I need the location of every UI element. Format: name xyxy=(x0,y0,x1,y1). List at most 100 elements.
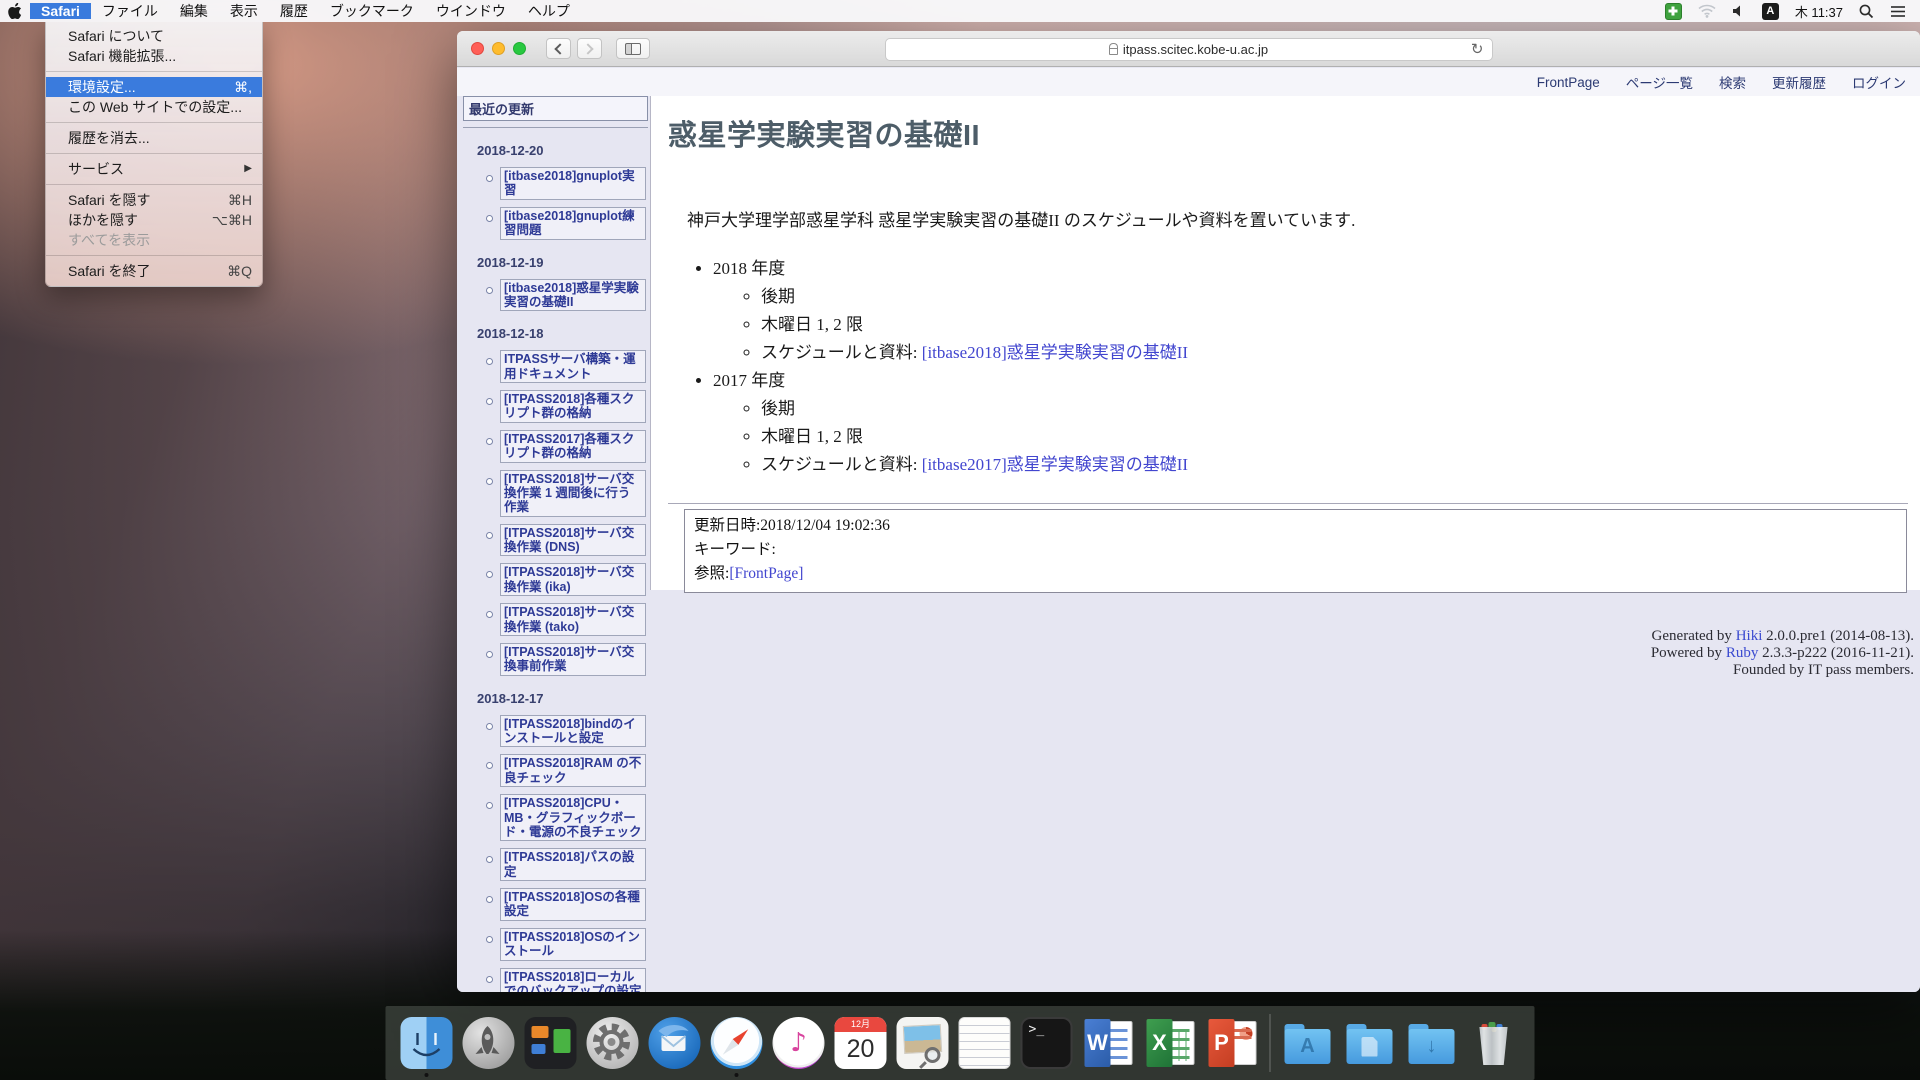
menu-item-環境設定...[interactable]: 環境設定...⌘, xyxy=(46,77,262,97)
menu-item-shortcut: ⌥⌘H xyxy=(212,210,252,230)
menu-item-Safari について[interactable]: Safari について xyxy=(46,26,262,46)
sidebar-item-list: [itbase2018]gnuplot実習 [itbase2018]gnuplot… xyxy=(463,167,648,240)
terminal-dock-icon[interactable]: >_ xyxy=(1016,1008,1078,1078)
notification-center-icon[interactable] xyxy=(1890,5,1906,18)
thunderbird-dock-icon[interactable] xyxy=(644,1008,706,1078)
microsoft-word-dock-icon[interactable]: W xyxy=(1078,1008,1140,1078)
menu-item-label: Safari について xyxy=(68,26,252,46)
year-detail-list: 後期木曜日 1, 2 限スケジュールと資料: [itbase2017]惑星学実験… xyxy=(713,395,1920,479)
sidebar-page-link[interactable]: [ITPASS2018]ローカルでのバックアップの設定 xyxy=(504,970,642,993)
sidebar-page-link[interactable]: [ITPASS2018]CPU・MB・グラフィックボード・電源の不良チェック xyxy=(504,796,642,839)
sidebar-page-link[interactable]: [ITPASS2017]各種スクリプト群の格納 xyxy=(504,432,634,460)
safari-dock-icon[interactable] xyxy=(706,1008,768,1078)
footer-link-Hiki[interactable]: Hiki xyxy=(1736,628,1763,644)
documents-folder-dock-icon[interactable] xyxy=(1339,1008,1401,1078)
volume-icon[interactable] xyxy=(1732,4,1746,18)
nav-link-ページ一覧[interactable]: ページ一覧 xyxy=(1626,72,1693,92)
reload-icon[interactable]: ↻ xyxy=(1471,40,1484,58)
forward-button[interactable] xyxy=(577,38,602,59)
sidebar-list-item: [ITPASS2018]サーバ交換作業 (DNS) xyxy=(500,524,646,557)
back-button[interactable] xyxy=(546,38,571,59)
apple-menu-icon[interactable] xyxy=(0,0,30,22)
finder-dock-icon[interactable] xyxy=(396,1008,458,1078)
sidebar-toggle-button[interactable] xyxy=(616,38,650,59)
sidebar-page-link[interactable]: [ITPASS2018]各種スクリプト群の格納 xyxy=(504,392,634,420)
sidebar-page-link[interactable]: ITPASSサーバ構築・運用ドキュメント xyxy=(504,352,636,380)
green-status-icon[interactable] xyxy=(1665,3,1682,20)
menu-ブックマーク[interactable]: ブックマーク xyxy=(319,3,425,19)
sidebar-item-list: ITPASSサーバ構築・運用ドキュメント [ITPASS2018]各種スクリプト群… xyxy=(463,350,648,675)
applications-folder-dock-icon[interactable]: A xyxy=(1277,1008,1339,1078)
year-detail-item: 後期 xyxy=(761,283,1920,311)
nav-link-検索[interactable]: 検索 xyxy=(1719,72,1746,92)
menu-ヘルプ[interactable]: ヘルプ xyxy=(517,3,581,19)
itunes-dock-icon[interactable]: ♪ xyxy=(768,1008,830,1078)
schedule-page-link[interactable]: [itbase2018]惑星学実験実習の基礎II xyxy=(922,343,1188,362)
sidebar-groups: 2018-12-20[itbase2018]gnuplot実習[itbase20… xyxy=(463,143,648,992)
footer-link-Ruby[interactable]: Ruby xyxy=(1726,645,1759,661)
year-item: 2017 年度後期木曜日 1, 2 限スケジュールと資料: [itbase201… xyxy=(713,367,1920,479)
sidebar-title: 最近の更新 xyxy=(463,96,648,121)
launchpad-dock-icon[interactable] xyxy=(458,1008,520,1078)
menu-表示[interactable]: 表示 xyxy=(219,3,269,19)
footer-text: 2.0.0.pre1 (2014-08-13). xyxy=(1762,628,1914,644)
page-title: 惑星学実験実習の基礎II xyxy=(668,112,1920,154)
sidebar-page-link[interactable]: [ITPASS2018]RAM の不良チェック xyxy=(504,756,641,784)
menu-item-この Web サイトでの設定...[interactable]: この Web サイトでの設定... xyxy=(46,97,262,117)
preview-dock-icon[interactable] xyxy=(892,1008,954,1078)
address-bar[interactable]: itpass.scitec.kobe-u.ac.jp ↻ xyxy=(885,38,1493,61)
menu-履歴[interactable]: 履歴 xyxy=(269,3,319,19)
sidebar-page-link[interactable]: [ITPASS2018]サーバ交換作業 (ika) xyxy=(504,565,634,593)
menu-ウインドウ[interactable]: ウインドウ xyxy=(425,3,517,19)
menu-item-履歴を消去...[interactable]: 履歴を消去... xyxy=(46,128,262,148)
frontpage-reference-link[interactable]: [FrontPage] xyxy=(729,565,803,582)
menu-item-shortcut: ⌘, xyxy=(234,77,252,97)
system-preferences-dock-icon[interactable] xyxy=(582,1008,644,1078)
sidebar-page-link[interactable]: [ITPASS2018]サーバ交換作業 (tako) xyxy=(504,605,634,633)
sidebar-page-link[interactable]: [itbase2018]惑星学実験実習の基礎II xyxy=(504,281,639,309)
sidebar-page-link[interactable]: [ITPASS2018]OSの各種設定 xyxy=(504,890,640,918)
microsoft-excel-dock-icon[interactable]: X xyxy=(1140,1008,1202,1078)
menu-bar-clock[interactable]: 木 11:37 xyxy=(1795,2,1843,21)
minimize-window-button[interactable] xyxy=(492,42,505,55)
menu-ファイル[interactable]: ファイル xyxy=(91,3,169,19)
sidebar-page-link[interactable]: [ITPASS2018]サーバ交換事前作業 xyxy=(504,645,634,673)
nav-link-FrontPage[interactable]: FrontPage xyxy=(1537,75,1600,90)
zoom-window-button[interactable] xyxy=(513,42,526,55)
menu-Safari[interactable]: Safari xyxy=(30,3,91,19)
microsoft-powerpoint-dock-icon[interactable]: P xyxy=(1202,1008,1264,1078)
spotlight-icon[interactable] xyxy=(1859,4,1874,19)
textedit-dock-icon[interactable] xyxy=(954,1008,1016,1078)
close-window-button[interactable] xyxy=(471,42,484,55)
sidebar-page-link[interactable]: [ITPASS2018]パスの設定 xyxy=(504,850,634,878)
trash-full-dock-icon[interactable] xyxy=(1463,1008,1525,1078)
sidebar-page-link[interactable]: [ITPASS2018]サーバ交換作業 1 週間後に行う作業 xyxy=(504,472,634,515)
schedule-label: スケジュールと資料: xyxy=(761,343,922,362)
wifi-off-icon[interactable] xyxy=(1698,4,1716,18)
downloads-folder-dock-icon[interactable]: ↓ xyxy=(1401,1008,1463,1078)
sidebar-page-link[interactable]: [itbase2018]gnuplot実習 xyxy=(504,169,635,197)
menu-item-Safari を隠す[interactable]: Safari を隠す⌘H xyxy=(46,190,262,210)
schedule-page-link[interactable]: [itbase2017]惑星学実験実習の基礎II xyxy=(922,455,1188,474)
nav-link-ログイン[interactable]: ログイン xyxy=(1852,72,1906,92)
mission-control-dock-icon[interactable] xyxy=(520,1008,582,1078)
submenu-arrow-icon: ▶ xyxy=(244,159,252,179)
nav-link-更新履歴[interactable]: 更新履歴 xyxy=(1772,72,1826,92)
schedule-item: スケジュールと資料: [itbase2018]惑星学実験実習の基礎II xyxy=(761,339,1920,367)
menu-item-Safari を終了[interactable]: Safari を終了⌘Q xyxy=(46,261,262,281)
sidebar-list-item: [ITPASS2018]RAM の不良チェック xyxy=(500,754,646,787)
sidebar-list-item: [ITPASS2018]ローカルでのバックアップの設定 xyxy=(500,968,646,993)
input-source-icon[interactable]: A xyxy=(1762,3,1779,20)
menu-編集[interactable]: 編集 xyxy=(169,3,219,19)
sidebar-page-link[interactable]: [itbase2018]gnuplot練習問題 xyxy=(504,209,635,237)
calendar-dock-icon[interactable]: 12月20 xyxy=(830,1008,892,1078)
dock: ♪12月20 >_WXPA ↓ xyxy=(386,1006,1535,1080)
sidebar-page-link[interactable]: [ITPASS2018]サーバ交換作業 (DNS) xyxy=(504,526,634,554)
menu-item-Safari 機能拡張...[interactable]: Safari 機能拡張... xyxy=(46,46,262,66)
menu-item-label: ほかを隠す xyxy=(68,210,212,230)
menu-item-ほかを隠す[interactable]: ほかを隠す⌥⌘H xyxy=(46,210,262,230)
menu-item-サービス[interactable]: サービス▶ xyxy=(46,159,262,179)
sidebar-page-link[interactable]: [ITPASS2018]bindのインストールと設定 xyxy=(504,717,636,745)
wiki-main-content: 惑星学実験実習の基礎II 神戸大学理学部惑星学科 惑星学実験実習の基礎II のス… xyxy=(650,96,1920,590)
sidebar-page-link[interactable]: [ITPASS2018]OSのインストール xyxy=(504,930,640,958)
